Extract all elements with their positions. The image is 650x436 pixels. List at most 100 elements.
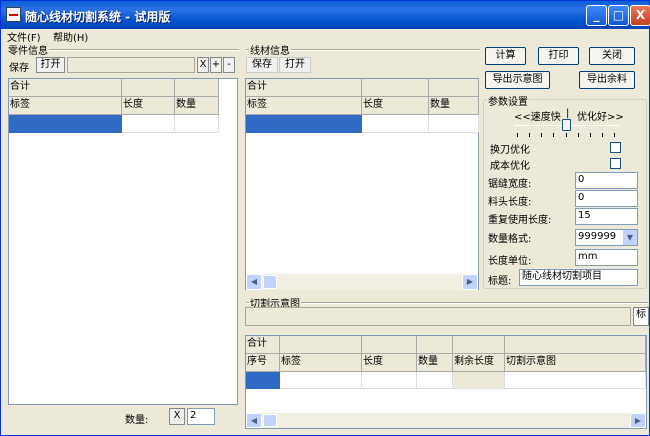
cut-col-label[interactable]: 标签	[280, 354, 362, 372]
parts-qty-input[interactable]: 2	[187, 408, 215, 425]
qty-format-select[interactable]: 999999 ▼	[575, 229, 638, 246]
slider-tick	[590, 133, 591, 137]
calculate-button[interactable]: 计算	[485, 47, 526, 65]
app-icon	[6, 7, 21, 22]
slider-tick	[541, 133, 542, 137]
cut-col-seq[interactable]: 序号	[246, 354, 280, 372]
parts-grid[interactable]: 合计 标签 长度 数量	[8, 78, 238, 405]
slider-tick	[602, 133, 603, 137]
project-title-input[interactable]: 随心线材切割项目	[519, 269, 638, 286]
wire-col-length[interactable]: 长度	[362, 97, 429, 115]
slider-speed-label: <<速度快	[514, 112, 561, 123]
cut-groove	[246, 302, 648, 304]
scroll-left-icon[interactable]: ◀	[246, 274, 262, 290]
wire-grid[interactable]: 合计 标签 长度 数量 ◀ ▶	[245, 78, 479, 290]
parts-remove-button[interactable]: -	[223, 57, 235, 73]
wire-row-qty[interactable]	[429, 115, 479, 133]
unit-input[interactable]: mm	[575, 249, 638, 266]
parts-total-cell: 合计	[9, 79, 122, 97]
cut-total-label	[280, 336, 362, 354]
parts-row-length[interactable]	[122, 115, 175, 133]
cut-total-length	[362, 336, 417, 354]
cut-diagram-area	[245, 307, 631, 326]
cut-row-diagram[interactable]	[505, 372, 646, 389]
cut-total-qty	[417, 336, 453, 354]
export-remainder-button[interactable]: 导出余料	[579, 71, 635, 89]
print-button[interactable]: 打印	[538, 47, 579, 65]
cut-grid[interactable]: 合计 序号 标签 长度 数量 剩余长度 切割示意图 ◀ ▶	[245, 335, 647, 429]
slider-opt-label: 优化好>>	[577, 112, 624, 123]
reuse-length-label: 重复使用长度:	[488, 215, 552, 226]
scroll-left-icon[interactable]: ◀	[246, 413, 262, 428]
scroll-right-icon[interactable]: ▶	[630, 413, 646, 428]
slider-tick	[614, 133, 615, 137]
parts-open-button[interactable]: 打开	[36, 57, 65, 73]
parts-row-qty[interactable]	[175, 115, 219, 133]
wire-save-button[interactable]: 保存	[246, 57, 278, 73]
project-title-label: 标题:	[488, 276, 512, 287]
wire-panel-title: 线材信息	[249, 42, 291, 57]
wire-total-length	[362, 79, 429, 97]
parts-add-button[interactable]: +	[210, 57, 222, 73]
parts-col-label[interactable]: 标签	[9, 97, 122, 115]
close-window-button[interactable]: X	[630, 5, 650, 26]
slider-thumb[interactable]	[562, 119, 571, 131]
parts-qty-label: 数量:	[125, 415, 149, 426]
wire-total-cell: 合计	[246, 79, 362, 97]
parts-qty-x-button[interactable]: X	[169, 408, 185, 425]
main-window: 随心线材切割系统 - 试用版 _ □ X 文件(F) 帮助(H) 零件信息 保存…	[0, 0, 650, 436]
export-diagram-button[interactable]: 导出示意图	[485, 71, 550, 89]
maximize-button[interactable]: □	[608, 5, 629, 26]
tool-change-checkbox[interactable]	[610, 142, 621, 153]
parts-save-button[interactable]: 保存	[9, 59, 29, 74]
cut-side-tab[interactable]: 标	[633, 307, 649, 326]
wire-col-label[interactable]: 标签	[246, 97, 362, 115]
params-title: 参数设置	[487, 93, 529, 108]
cut-row-qty[interactable]	[417, 372, 453, 389]
slider-tick	[578, 133, 579, 137]
slider-tick	[566, 133, 567, 137]
parts-clear-button[interactable]: X	[197, 57, 209, 73]
parts-panel-title: 零件信息	[7, 42, 49, 57]
cut-hscrollbar[interactable]: ◀ ▶	[246, 413, 646, 428]
wire-open-button[interactable]: 打开	[279, 57, 311, 73]
wire-selected-cell[interactable]	[246, 115, 362, 133]
cut-selected-cell[interactable]	[246, 372, 280, 389]
cut-scroll-thumb[interactable]	[263, 414, 277, 427]
parts-total-length	[122, 79, 175, 97]
scroll-right-icon[interactable]: ▶	[462, 274, 478, 290]
kerf-input[interactable]: 0	[575, 172, 638, 189]
head-length-input[interactable]: 0	[575, 190, 638, 207]
parts-file-field[interactable]	[67, 57, 195, 73]
parts-total-qty	[175, 79, 219, 97]
wire-col-qty[interactable]: 数量	[429, 97, 479, 115]
parts-col-length[interactable]: 长度	[122, 97, 175, 115]
close-button[interactable]: 关闭	[589, 47, 635, 65]
cost-opt-checkbox[interactable]	[610, 158, 621, 169]
cut-row-rest[interactable]	[453, 372, 505, 389]
chevron-down-icon[interactable]: ▼	[623, 230, 637, 245]
wire-row-length[interactable]	[362, 115, 429, 133]
unit-label: 长度单位:	[488, 256, 532, 267]
title-bar[interactable]: 随心线材切割系统 - 试用版 _ □ X	[1, 1, 650, 29]
cut-total-cell: 合计	[246, 336, 280, 354]
minimize-button[interactable]: _	[586, 5, 607, 26]
parts-col-qty[interactable]: 数量	[175, 97, 219, 115]
head-length-label: 料头长度:	[488, 197, 532, 208]
cut-row-label[interactable]	[280, 372, 362, 389]
cut-row-length[interactable]	[362, 372, 417, 389]
menu-help[interactable]: 帮助(H)	[53, 29, 88, 44]
wire-hscrollbar[interactable]: ◀ ▶	[246, 274, 478, 290]
cut-col-diagram[interactable]: 切割示意图	[505, 354, 646, 372]
cut-col-length[interactable]: 长度	[362, 354, 417, 372]
wire-scroll-thumb[interactable]	[263, 275, 277, 289]
qty-format-label: 数量格式:	[488, 234, 532, 245]
cut-col-rest[interactable]: 剩余长度	[453, 354, 505, 372]
cut-total-diagram	[505, 336, 646, 354]
cut-total-rest	[453, 336, 505, 354]
cut-col-qty[interactable]: 数量	[417, 354, 453, 372]
slider-divider: |	[566, 108, 570, 119]
reuse-length-input[interactable]: 15	[575, 208, 638, 225]
parts-selected-cell[interactable]	[9, 115, 122, 133]
window-title: 随心线材切割系统 - 试用版	[25, 10, 171, 24]
